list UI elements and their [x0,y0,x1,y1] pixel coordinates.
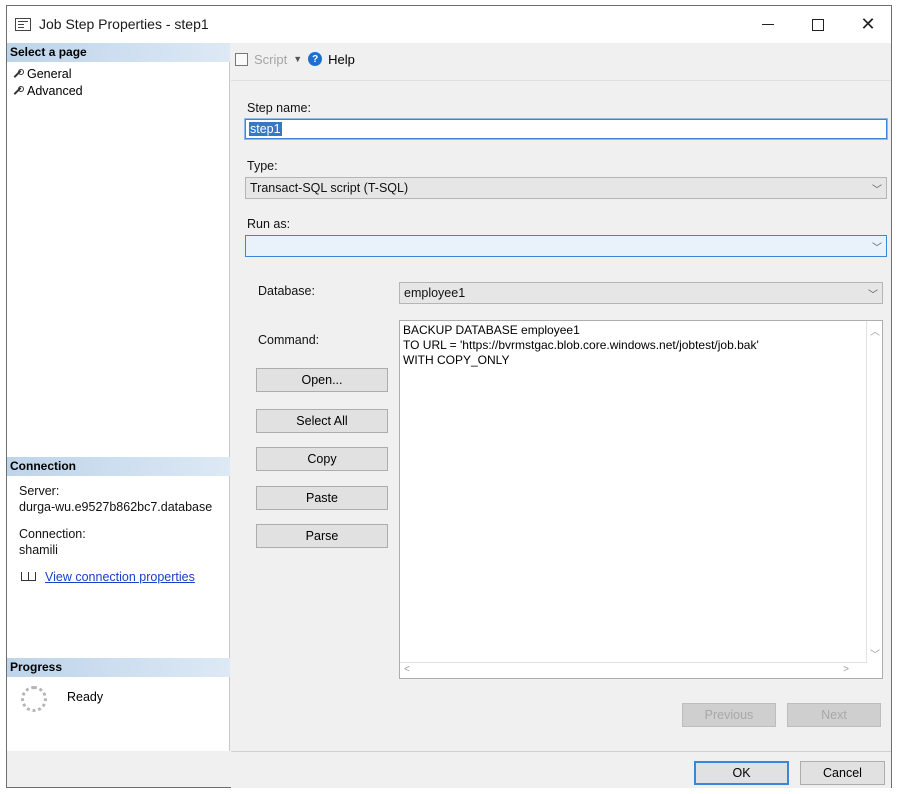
help-icon: ? [308,52,323,66]
scroll-left-icon[interactable]: < [404,664,410,675]
progress-status: Ready [67,690,104,704]
view-connection-properties-link[interactable]: View connection properties [45,570,195,584]
ok-button[interactable]: OK [694,761,789,785]
progress-spinner-icon [21,686,47,712]
step-name-input[interactable]: step1 [245,119,887,139]
wrench-icon [13,86,24,96]
open-button[interactable]: Open... [256,368,388,392]
help-button[interactable]: Help [328,52,355,67]
step-name-value: step1 [249,122,282,136]
command-line: WITH COPY_ONLY [403,353,510,367]
connection-value: shamili [19,543,58,557]
window-icon [15,18,31,31]
scroll-right-icon[interactable]: > [843,664,849,675]
window-title: Job Step Properties - step1 [39,16,209,32]
page-advanced[interactable]: Advanced [13,84,83,98]
page-general-label: General [27,67,72,81]
script-button[interactable]: Script [254,52,287,67]
previous-button[interactable]: Previous [682,703,776,727]
command-label: Command: [258,333,320,347]
scroll-up-icon[interactable]: ︿ [870,323,880,338]
next-button[interactable]: Next [787,703,881,727]
close-icon: ✕ [860,14,876,34]
type-select[interactable]: Transact-SQL script (T-SQL) ﹀ [245,177,887,199]
cancel-button[interactable]: Cancel [800,761,885,785]
copy-button[interactable]: Copy [256,447,388,471]
toolbar: Script ▼ ? Help [235,48,355,70]
command-textarea[interactable]: BACKUP DATABASE employee1 TO URL = 'http… [399,320,883,679]
connection-header: Connection [7,457,230,476]
chevron-down-icon: ﹀ [872,243,882,254]
view-connection-properties[interactable]: View connection properties [19,570,195,584]
horizontal-scrollbar[interactable]: < > [400,662,867,678]
command-line: BACKUP DATABASE employee1 [403,323,580,337]
dialog-footer [231,751,891,788]
database-value: employee1 [404,286,466,300]
server-value: durga-wu.e9527b862bc7.database [19,500,213,514]
wrench-icon [13,69,24,79]
close-button[interactable]: ✕ [843,6,893,43]
database-select[interactable]: employee1 ﹀ [399,282,883,304]
script-dropdown-icon[interactable]: ▼ [293,54,302,64]
chevron-down-icon: ﹀ [868,290,878,301]
paste-button[interactable]: Paste [256,486,388,510]
parse-button[interactable]: Parse [256,524,388,548]
plug-icon [19,570,37,584]
select-page-header: Select a page [7,43,230,62]
job-step-properties-window: Job Step Properties - step1 ✕ Select a p… [6,5,892,788]
type-label: Type: [247,159,278,173]
scroll-down-icon[interactable]: ﹀ [870,646,880,661]
vertical-scrollbar[interactable]: ︿ ﹀ [866,321,882,663]
connection-label: Connection: [19,527,86,541]
title-bar: Job Step Properties - step1 ✕ [7,6,891,43]
script-icon [235,52,248,66]
page-general[interactable]: General [13,67,71,81]
run-as-select[interactable]: ﹀ [245,235,887,257]
page-advanced-label: Advanced [27,84,83,98]
server-label: Server: [19,484,60,498]
toolbar-divider [231,80,891,81]
chevron-down-icon: ﹀ [872,185,882,196]
progress-header: Progress [7,658,230,677]
left-pane: Select a page General Advanced Connectio… [7,43,230,751]
step-name-label: Step name: [247,101,311,115]
maximize-button[interactable] [793,6,843,43]
minimize-button[interactable] [743,6,793,43]
minimize-icon [762,23,774,26]
maximize-icon [812,18,824,31]
command-line: TO URL = 'https://bvrmstgac.blob.core.wi… [403,338,759,352]
run-as-label: Run as: [247,217,291,231]
database-label: Database: [258,284,315,298]
select-all-button[interactable]: Select All [256,409,388,433]
type-value: Transact-SQL script (T-SQL) [250,181,409,195]
